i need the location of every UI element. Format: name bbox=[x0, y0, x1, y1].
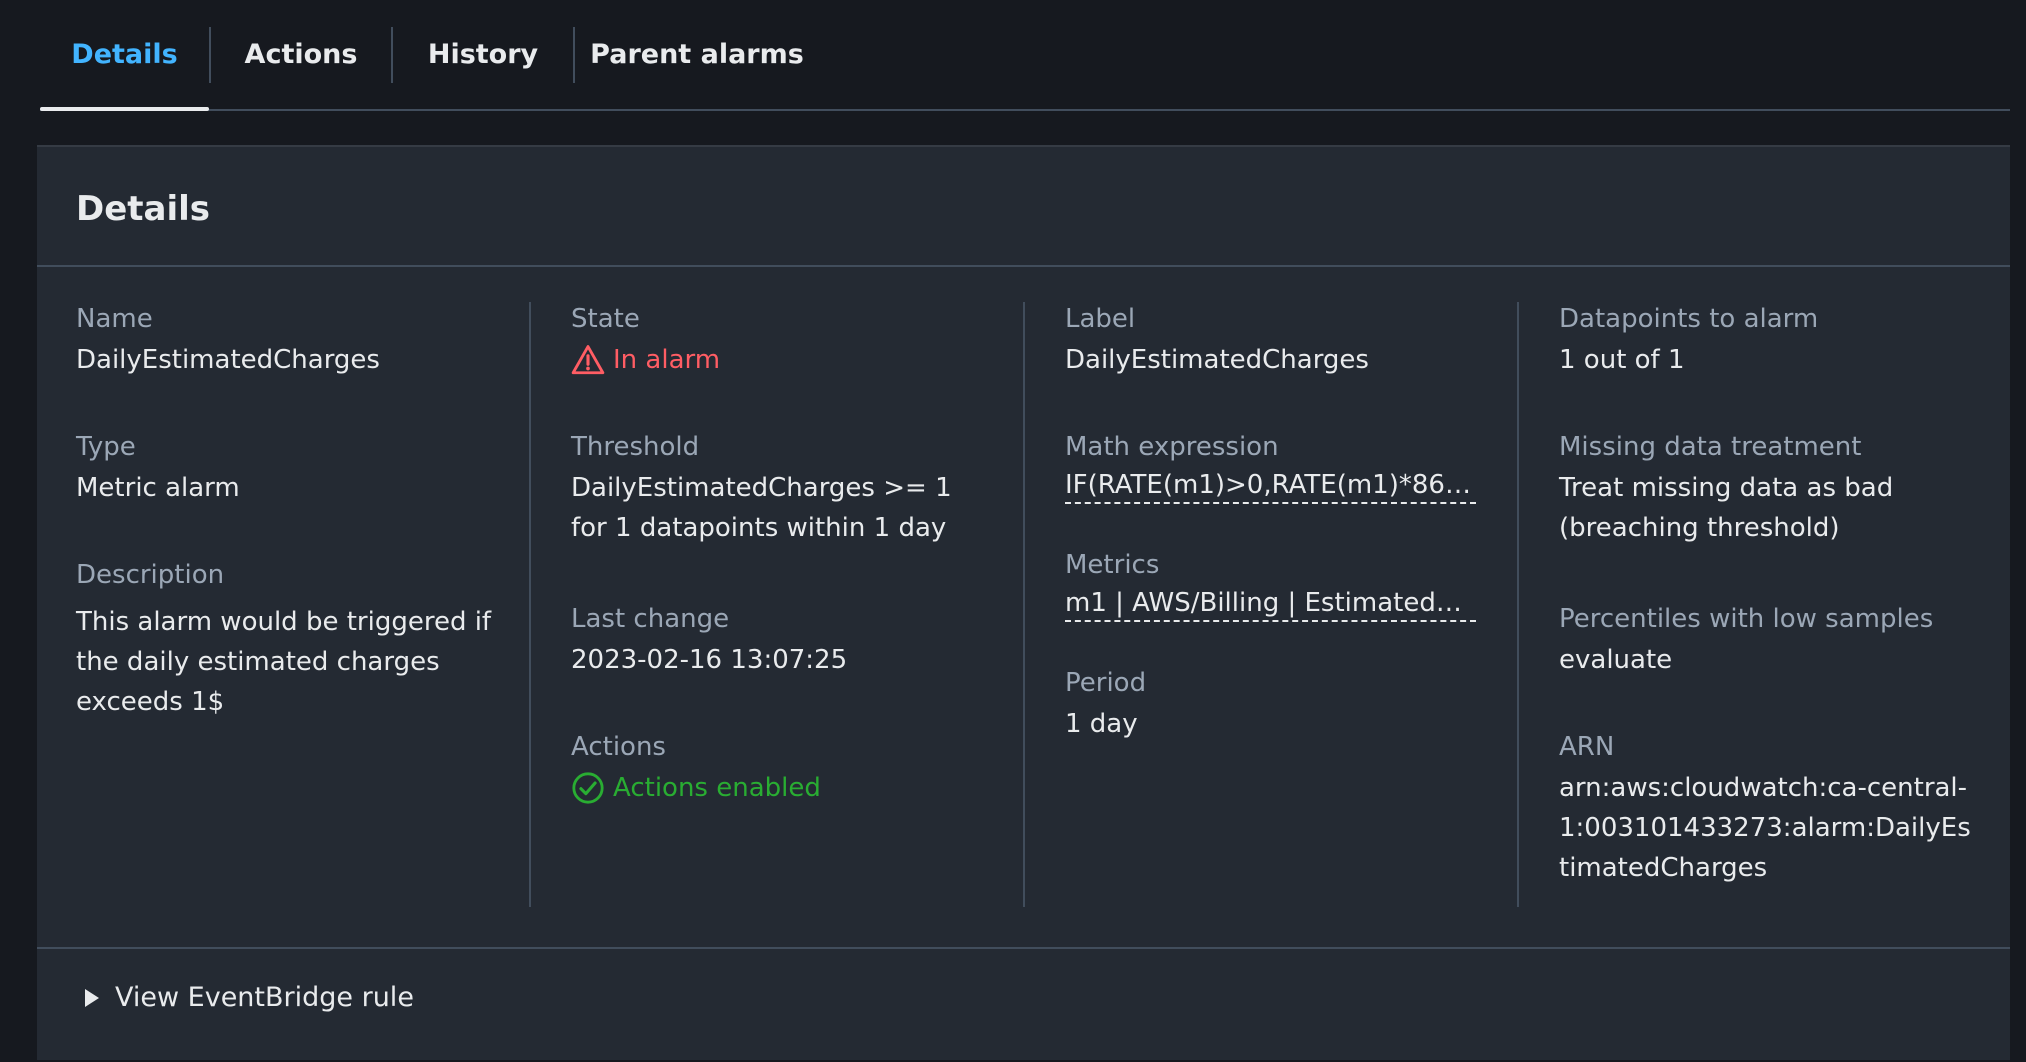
field-label: Datapoints to alarm bbox=[1559, 304, 1819, 334]
field-name: Name DailyEstimatedCharges bbox=[76, 302, 496, 380]
tab-actions[interactable]: Actions bbox=[211, 0, 391, 109]
field-actions: Actions Actions enabled bbox=[571, 730, 991, 808]
label-value: DailyEstimatedCharges bbox=[1065, 345, 1369, 375]
field-label: Type bbox=[76, 432, 136, 462]
field-label: Label bbox=[1065, 304, 1136, 334]
panel-header: Details bbox=[37, 147, 2010, 267]
field-percentiles: Percentiles with low samples evaluate bbox=[1559, 602, 1979, 680]
field-label: Name bbox=[76, 304, 153, 334]
field-description: Description This alarm would be triggere… bbox=[76, 558, 496, 722]
field-last-change: Last change 2023-02-16 13:07:25 bbox=[571, 602, 991, 680]
percentiles-value: evaluate bbox=[1559, 645, 1673, 675]
arn-value: arn:aws:cloudwatch:ca-central-1:00310143… bbox=[1559, 773, 1971, 883]
field-label: Description bbox=[76, 560, 225, 590]
view-eventbridge-rule-expander[interactable]: View EventBridge rule bbox=[85, 982, 414, 1013]
alarm-name-value: DailyEstimatedCharges bbox=[76, 345, 380, 375]
field-label: ARN bbox=[1559, 732, 1615, 762]
expander-label: View EventBridge rule bbox=[115, 982, 414, 1013]
tab-details[interactable]: Details bbox=[40, 0, 209, 111]
alarm-description-value: This alarm would be triggered if the dai… bbox=[76, 607, 492, 717]
field-metrics: Metrics m1 | AWS/Billing | EstimatedChar… bbox=[1065, 548, 1485, 634]
field-label: State bbox=[571, 304, 640, 334]
alarm-type-value: Metric alarm bbox=[76, 473, 240, 503]
caret-right-icon bbox=[85, 988, 99, 1007]
warning-icon bbox=[571, 345, 605, 375]
datapoints-value: 1 out of 1 bbox=[1559, 345, 1685, 375]
last-change-value: 2023-02-16 13:07:25 bbox=[571, 645, 848, 675]
math-expression-value[interactable]: IF(RATE(m1)>0,RATE(m1)*86400,0) bbox=[1065, 468, 1476, 504]
column-divider bbox=[1023, 302, 1025, 907]
field-state: State In alarm bbox=[571, 302, 991, 380]
state-value: In alarm bbox=[613, 345, 721, 375]
metrics-value[interactable]: m1 | AWS/Billing | EstimatedCharges bbox=[1065, 586, 1476, 622]
panel-footer: View EventBridge rule bbox=[37, 947, 2010, 1062]
tab-history[interactable]: History bbox=[393, 0, 573, 109]
field-type: Type Metric alarm bbox=[76, 430, 496, 508]
field-label: Metrics bbox=[1065, 550, 1160, 580]
check-circle-icon bbox=[572, 772, 604, 804]
actions-status: Actions enabled bbox=[571, 768, 991, 808]
tab-bar: Details Actions History Parent alarms bbox=[40, 0, 2010, 111]
actions-value: Actions enabled bbox=[613, 773, 821, 803]
field-label: Math expression bbox=[1065, 432, 1279, 462]
details-panel: Details Name DailyEstimatedCharges Type … bbox=[37, 145, 2010, 1060]
field-label: Last change bbox=[571, 604, 730, 634]
field-period: Period 1 day bbox=[1065, 666, 1485, 744]
field-label: Period bbox=[1065, 668, 1147, 698]
field-math-expression: Math expression IF(RATE(m1)>0,RATE(m1)*8… bbox=[1065, 430, 1485, 516]
field-label: Threshold bbox=[571, 432, 700, 462]
field-label: Percentiles with low samples bbox=[1559, 604, 1934, 634]
panel-title: Details bbox=[76, 189, 211, 229]
state-status: In alarm bbox=[571, 340, 991, 380]
field-label: Actions bbox=[571, 732, 666, 762]
column-divider bbox=[529, 302, 531, 907]
field-label-name: Label DailyEstimatedCharges bbox=[1065, 302, 1485, 380]
field-missing-data: Missing data treatment Treat missing dat… bbox=[1559, 430, 1979, 548]
missing-data-value: Treat missing data as bad (breaching thr… bbox=[1559, 473, 1894, 543]
field-arn: ARN arn:aws:cloudwatch:ca-central-1:0031… bbox=[1559, 730, 1979, 888]
field-datapoints-to-alarm: Datapoints to alarm 1 out of 1 bbox=[1559, 302, 1979, 380]
period-value: 1 day bbox=[1065, 709, 1138, 739]
tab-parent-alarms[interactable]: Parent alarms bbox=[575, 0, 819, 109]
field-label: Missing data treatment bbox=[1559, 432, 1862, 462]
column-divider bbox=[1517, 302, 1519, 907]
field-threshold: Threshold DailyEstimatedCharges >= 1 for… bbox=[571, 430, 991, 548]
threshold-value: DailyEstimatedCharges >= 1 for 1 datapoi… bbox=[571, 473, 952, 543]
